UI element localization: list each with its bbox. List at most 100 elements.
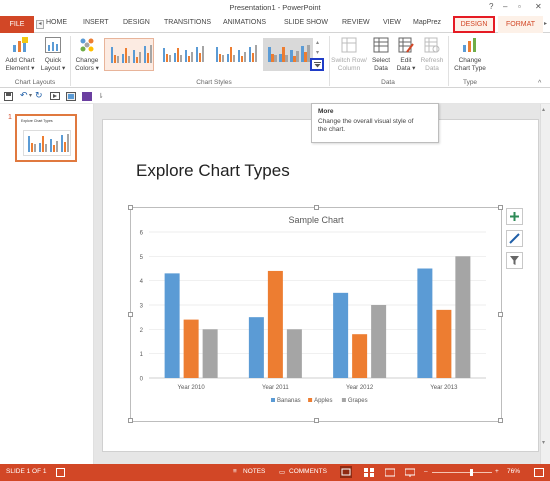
fit-slide-icon[interactable] [534,468,544,477]
edit-data-label-2: Data ▾ [396,65,416,72]
tab-design[interactable]: DESIGN [123,19,150,26]
scroll-down-icon[interactable]: ▾ [542,439,545,446]
mapprez-icon[interactable] [82,92,92,101]
slide-title[interactable]: Explore Chart Types [136,161,290,181]
resize-handle[interactable] [498,312,503,317]
resize-handle[interactable] [128,312,133,317]
comments-button[interactable]: COMMENTS [289,468,327,475]
resize-handle[interactable] [498,205,503,210]
scroll-up-icon[interactable]: ▴ [542,106,545,113]
notes-button[interactable]: NOTES [243,468,265,475]
resize-handle[interactable] [314,205,319,210]
redo-icon[interactable]: ↻ [35,90,43,101]
spelling-icon[interactable] [56,468,65,477]
zoom-out-icon[interactable]: – [424,468,428,475]
zoom-slider-thumb[interactable] [470,469,473,476]
select-data-icon [373,37,389,53]
quick-layout-button[interactable]: Quick Layout ▾ [38,35,68,77]
refresh-data-icon [424,37,440,53]
chart-filters-button[interactable] [506,252,523,269]
resize-handle[interactable] [498,418,503,423]
tab-scroll-right-icon[interactable]: ▸ [544,20,547,27]
y-tick-label: 4 [140,279,144,285]
tab-transitions[interactable]: TRANSITIONS [164,19,211,26]
reading-view-icon[interactable] [385,468,395,477]
slideshow-from-start-icon[interactable] [50,92,60,101]
chart-style-1[interactable] [104,38,154,71]
change-chart-type-label-2: Chart Type [454,65,486,72]
thumbnail-title: Explore Chart Types [21,119,53,123]
undo-icon[interactable]: ↶ [20,90,28,101]
tab-file[interactable]: FILE [0,16,34,33]
resize-handle[interactable] [128,418,133,423]
zoom-slider[interactable] [432,472,492,473]
slide-workspace: Explore Chart Types Sample Chart 0 1 2 3 4 5 6 Y… [94,104,550,464]
tab-view[interactable]: VIEW [383,19,401,26]
chart-style-4[interactable] [263,38,313,71]
vertical-scrollbar[interactable]: ▴ ▾ [540,104,550,464]
save-icon[interactable] [4,92,13,101]
notes-icon[interactable]: ≡ [233,468,237,475]
change-colors-label-2: Colors ▾ [75,65,99,72]
minimize-button[interactable]: – [503,2,507,11]
gallery-scroll-down-icon[interactable]: ▾ [313,48,322,58]
slide-thumbnail[interactable]: Explore Chart Types [15,114,77,162]
tooltip-description-1: Change the overall visual style of [318,118,414,125]
thumbnail-chart-icon [23,130,71,156]
switch-row-column-button[interactable]: Switch Row/ Column [330,35,368,77]
bar-grapes [455,256,471,378]
gallery-scroll-up-icon[interactable]: ▴ [313,38,322,48]
tab-scroll-left-icon[interactable]: ◂ [36,20,44,29]
x-tick-label: Year 2013 [430,385,458,391]
tab-slide-show[interactable]: SLIDE SHOW [284,19,328,26]
tab-mapprez[interactable]: MapPrez [413,19,441,26]
slide-show-view-icon[interactable] [405,468,415,477]
switch-row-column-label-2: Column [337,65,361,72]
gallery-more-button[interactable] [310,58,324,71]
zoom-level[interactable]: 76% [507,468,520,475]
x-tick-label: Year 2011 [262,385,289,391]
legend-label: Bananas [277,398,301,404]
select-data-label-2: Data [374,65,388,72]
slide-canvas[interactable]: Explore Chart Types Sample Chart 0 1 2 3 4 5 6 Y… [102,119,539,452]
palette-icon [80,38,94,52]
more-chevron-icon [314,62,321,68]
resize-handle[interactable] [128,205,133,210]
chart-style-2[interactable] [157,38,207,71]
select-data-button[interactable]: Select Data [368,35,394,77]
close-button[interactable]: ✕ [535,2,542,11]
refresh-data-button[interactable]: Refresh Data [418,35,446,77]
comments-icon[interactable]: ▭ [279,468,285,476]
tab-chart-format[interactable]: FORMAT [498,16,543,33]
customize-qat-icon[interactable]: ⇂ [98,92,104,100]
tab-chart-format-label: FORMAT [505,21,536,28]
restore-button[interactable]: ▫ [518,2,521,11]
tab-animations[interactable]: ANIMATIONS [223,19,266,26]
screenshot-icon[interactable] [66,92,76,101]
edit-data-button[interactable]: Edit Data ▾ [394,35,418,77]
slide-sorter-icon[interactable] [364,468,374,477]
chart-style-4-preview-icon [268,45,310,62]
change-chart-type-button[interactable]: Change Chart Type [450,35,490,77]
zoom-in-icon[interactable]: + [495,468,499,475]
tab-home[interactable]: HOME [46,19,67,26]
help-button[interactable]: ? [489,2,493,11]
resize-handle[interactable] [314,418,319,423]
chart-styles-button[interactable] [506,230,523,247]
y-tick-label: 1 [140,352,144,358]
legend-label: Apples [314,398,332,404]
tab-chart-design[interactable]: DESIGN [453,16,495,33]
bar-apples [436,309,452,378]
add-chart-element-button[interactable]: Add Chart Element ▾ [4,35,36,77]
collapse-ribbon-icon[interactable]: ^ [538,80,541,87]
change-colors-button[interactable]: Change Colors ▾ [72,35,102,77]
chart-elements-button[interactable] [506,208,523,225]
ribbon-separator [70,36,71,86]
normal-view-button[interactable] [340,466,352,478]
status-bar: SLIDE 1 OF 1 ≡ NOTES ▭ COMMENTS – + 76% [0,464,550,481]
tab-insert[interactable]: INSERT [83,19,109,26]
chart-style-3[interactable] [210,38,260,71]
chart-object[interactable]: Sample Chart 0 1 2 3 4 5 6 Year 2010 Year 2011 Yea… [128,205,503,423]
tab-review[interactable]: REVIEW [342,19,370,26]
undo-dropdown-icon[interactable]: ▾ [29,92,32,99]
